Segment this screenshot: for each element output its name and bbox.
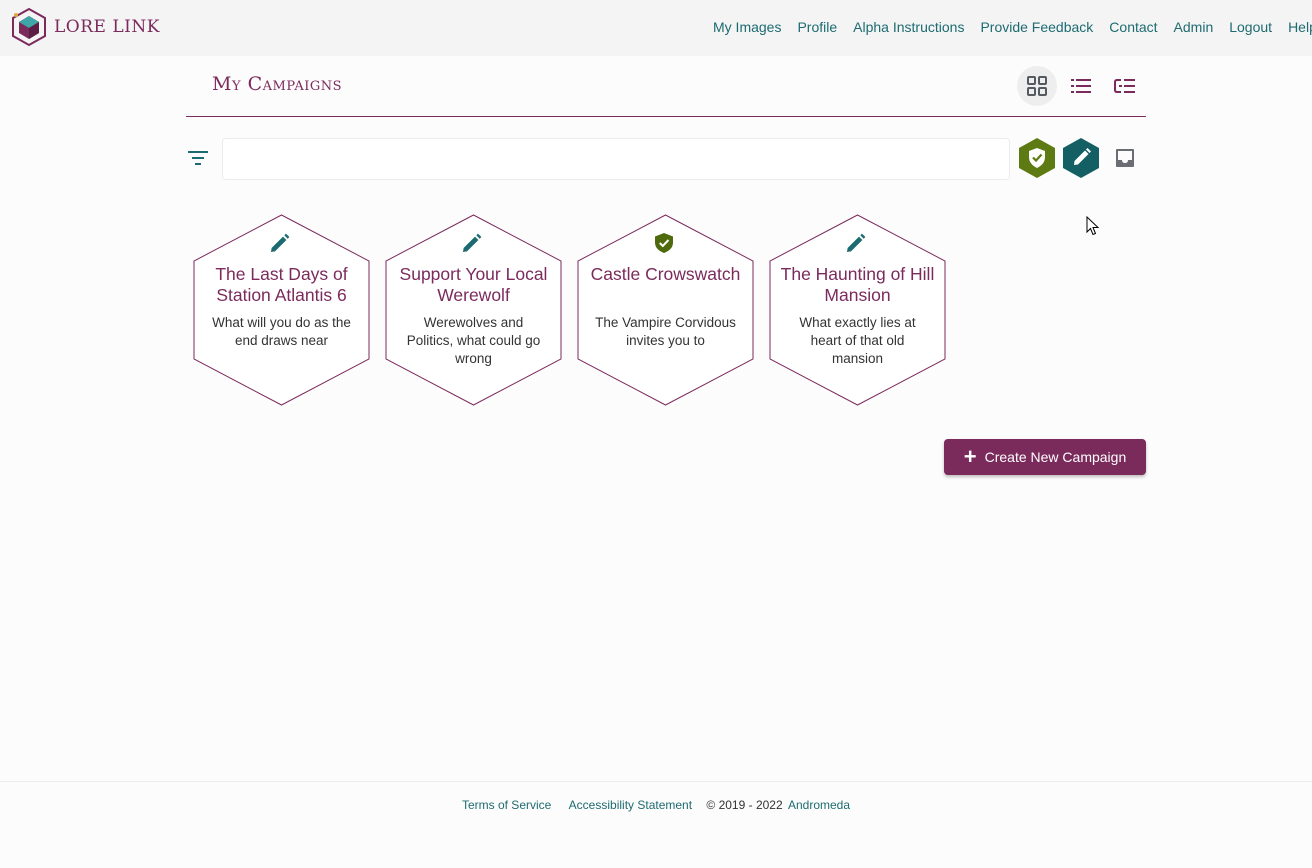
filter-draft-button[interactable] <box>1060 137 1102 179</box>
brand-name: LORE LINK <box>54 17 160 37</box>
nav-link-my-images[interactable]: My Images <box>713 18 781 36</box>
hierarchy-list-icon <box>1114 79 1135 93</box>
pencil-icon <box>463 233 482 252</box>
campaign-card[interactable]: The Last Days of Station Atlantis 6 What… <box>193 214 370 406</box>
list-icon <box>1071 79 1091 93</box>
campaign-title: The Haunting of Hill Mansion <box>780 264 935 305</box>
filter-approved-button[interactable] <box>1016 137 1058 179</box>
copyright-text: © 2019 - 2022 <box>706 798 783 812</box>
accessibility-statement-link[interactable]: Accessibility Statement <box>569 798 692 812</box>
create-new-campaign-button[interactable]: + Create New Campaign <box>944 439 1146 475</box>
list-view-button[interactable] <box>1061 66 1101 106</box>
mouse-cursor-icon <box>1086 216 1100 236</box>
search-input[interactable] <box>222 138 1010 180</box>
campaign-title: Support Your Local Werewolf <box>399 264 548 305</box>
terms-of-service-link[interactable]: Terms of Service <box>462 798 551 812</box>
campaign-description: What will you do as the end draws near <box>212 315 351 348</box>
campaign-description: The Vampire Corvidous invites you to <box>595 315 736 348</box>
shield-check-icon <box>655 233 673 253</box>
plus-icon: + <box>963 444 977 469</box>
create-button-label: Create New Campaign <box>984 449 1127 465</box>
campaign-title: The Last Days of Station Atlantis 6 <box>215 264 348 305</box>
nav-link-admin[interactable]: Admin <box>1174 18 1214 36</box>
filter-icon[interactable] <box>187 149 209 167</box>
inbox-icon[interactable] <box>1113 146 1137 170</box>
campaign-card[interactable]: The Haunting of Hill Mansion What exactl… <box>769 214 946 406</box>
pencil-icon <box>847 233 866 252</box>
nav-link-contact[interactable]: Contact <box>1109 18 1157 36</box>
nav-link-provide-feedback[interactable]: Provide Feedback <box>980 18 1093 36</box>
campaign-description: What exactly lies at heart of that old m… <box>799 315 916 366</box>
brand[interactable]: LORE LINK <box>10 7 160 47</box>
grid-view-button[interactable] <box>1017 66 1057 106</box>
pencil-icon <box>271 233 290 252</box>
campaign-card[interactable]: Support Your Local Werewolf Werewolves a… <box>385 214 562 406</box>
nav-links: My Images Profile Alpha Instructions Provid… <box>713 18 1312 37</box>
campaign-card[interactable]: Castle Crowswatch The Vampire Corvidous … <box>577 214 754 406</box>
campaign-description: Werewolves and Politics, what could go w… <box>406 315 541 366</box>
nav-link-help[interactable]: Help <box>1288 18 1312 36</box>
nav-link-logout[interactable]: Logout <box>1229 18 1272 36</box>
company-link[interactable]: Andromeda <box>788 798 850 812</box>
page-title: My Campaigns <box>212 73 343 95</box>
nav-link-alpha-instructions[interactable]: Alpha Instructions <box>853 18 964 36</box>
lore-link-logo <box>12 7 46 47</box>
top-navbar: LORE LINK My Images Profile Alpha Instruct… <box>0 0 1312 56</box>
grid-icon <box>1027 76 1047 96</box>
hierarchy-view-button[interactable] <box>1105 66 1145 106</box>
nav-link-profile[interactable]: Profile <box>797 18 837 36</box>
footer-divider <box>0 781 1312 782</box>
campaign-title: Castle Crowswatch <box>590 264 741 284</box>
footer: Terms of Service Accessibility Statement… <box>0 798 1312 812</box>
header-divider <box>186 116 1146 117</box>
